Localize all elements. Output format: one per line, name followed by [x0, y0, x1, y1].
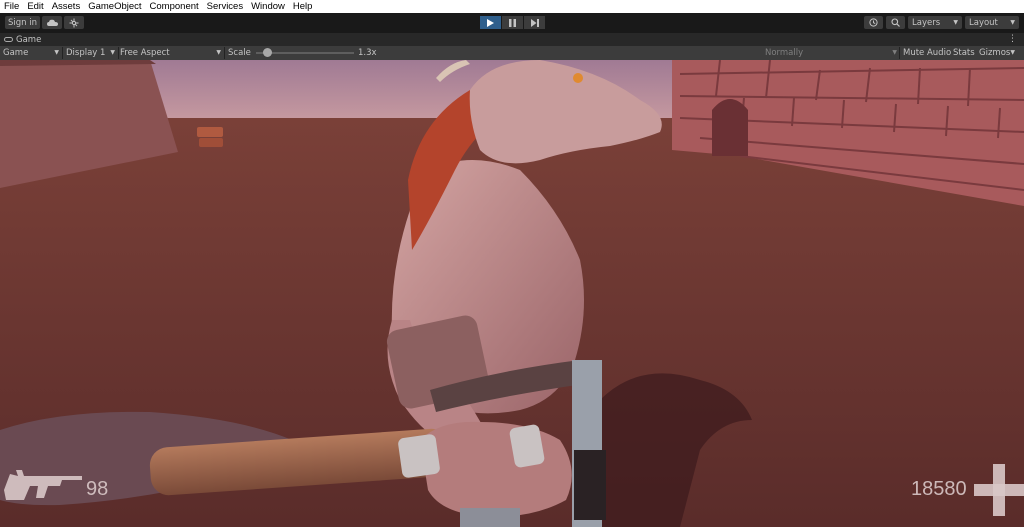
- menu-gameobject[interactable]: GameObject: [88, 0, 141, 13]
- menu-edit[interactable]: Edit: [27, 0, 43, 13]
- game-mode-label: Game: [3, 48, 29, 58]
- game-tab-bar: Game ⋮: [0, 33, 1024, 46]
- menu-services[interactable]: Services: [207, 0, 243, 13]
- game-controller-icon: [4, 37, 13, 42]
- health-plus-icon: [974, 464, 1024, 516]
- player-rifle-stock: [460, 508, 520, 527]
- undo-history-button[interactable]: [864, 16, 883, 29]
- game-view-toolbar: Game ▼ Display 1 ▼ Free Aspect ▼ Scale 1…: [0, 46, 1024, 60]
- chevron-down-icon: ▼: [1010, 19, 1015, 26]
- divider: [224, 47, 225, 59]
- sign-in-button[interactable]: Sign in: [5, 16, 40, 29]
- history-icon: [869, 18, 878, 27]
- pause-button[interactable]: [502, 16, 523, 29]
- play-focus-dropdown[interactable]: Normally ▼: [765, 46, 897, 60]
- step-icon: [530, 18, 539, 27]
- main-toolbar: Sign in Layers ▼ Layout ▼: [0, 13, 1024, 33]
- play-button[interactable]: [480, 16, 501, 29]
- menu-assets[interactable]: Assets: [52, 0, 81, 13]
- game-mode-dropdown[interactable]: Game ▼: [3, 46, 59, 60]
- cloud-icon: [46, 19, 58, 26]
- search-button[interactable]: [886, 16, 905, 29]
- display-label: Display 1: [66, 48, 106, 58]
- menu-bar: File Edit Assets GameObject Component Se…: [0, 0, 1024, 13]
- divider: [62, 47, 63, 59]
- gizmos-label: Gizmos: [979, 48, 1011, 58]
- layers-label: Layers: [912, 17, 941, 28]
- aspect-dropdown[interactable]: Free Aspect ▼: [120, 46, 221, 60]
- chevron-down-icon: ▼: [54, 49, 59, 56]
- wall-archway: [712, 99, 748, 156]
- pause-icon: [509, 18, 516, 27]
- player-rifle-grip: [574, 450, 606, 520]
- stats-toggle[interactable]: Stats: [953, 46, 975, 60]
- collab-icon: [69, 18, 79, 27]
- divider: [899, 47, 900, 59]
- scale-value: 1.3x: [358, 48, 377, 58]
- cloud-button[interactable]: [42, 16, 62, 29]
- score-counter: 18580: [911, 478, 967, 500]
- distant-crate: [199, 138, 223, 147]
- collab-button[interactable]: [64, 16, 84, 29]
- gizmos-dropdown[interactable]: Gizmos ▼: [979, 46, 1015, 60]
- menu-help[interactable]: Help: [293, 0, 313, 13]
- player-hand: [420, 421, 572, 517]
- layout-dropdown[interactable]: Layout ▼: [965, 16, 1019, 29]
- minotaur-eye: [573, 73, 583, 83]
- tab-game-label: Game: [16, 34, 42, 45]
- aspect-label: Free Aspect: [120, 48, 170, 58]
- player-wrap: [398, 434, 440, 478]
- ammo-counter: 98: [86, 478, 109, 500]
- search-icon: [891, 18, 900, 27]
- chevron-down-icon: ▼: [1010, 49, 1015, 56]
- layers-dropdown[interactable]: Layers ▼: [908, 16, 962, 29]
- play-focus-label: Normally: [765, 48, 804, 58]
- layout-label: Layout: [969, 17, 998, 28]
- menu-component[interactable]: Component: [150, 0, 199, 13]
- scale-slider-handle[interactable]: [263, 48, 273, 57]
- mute-audio-toggle[interactable]: Mute Audio: [903, 46, 951, 60]
- chevron-down-icon: ▼: [892, 49, 897, 56]
- play-controls: [480, 16, 546, 29]
- chevron-down-icon: ▼: [110, 49, 115, 56]
- chevron-down-icon: ▼: [216, 49, 221, 56]
- scale-label: Scale: [228, 48, 251, 58]
- game-scene: [0, 60, 1024, 527]
- divider: [118, 47, 119, 59]
- display-dropdown[interactable]: Display 1 ▼: [66, 46, 115, 60]
- tab-game[interactable]: Game: [4, 35, 41, 45]
- distant-crate: [197, 127, 223, 137]
- kebab-menu-icon[interactable]: ⋮: [1008, 33, 1017, 46]
- menu-file[interactable]: File: [4, 0, 19, 13]
- game-viewport[interactable]: 98 18580: [0, 60, 1024, 527]
- play-icon: [487, 18, 494, 27]
- gun-icon: [4, 470, 82, 500]
- chevron-down-icon: ▼: [953, 19, 958, 26]
- step-button[interactable]: [524, 16, 545, 29]
- menu-window[interactable]: Window: [251, 0, 285, 13]
